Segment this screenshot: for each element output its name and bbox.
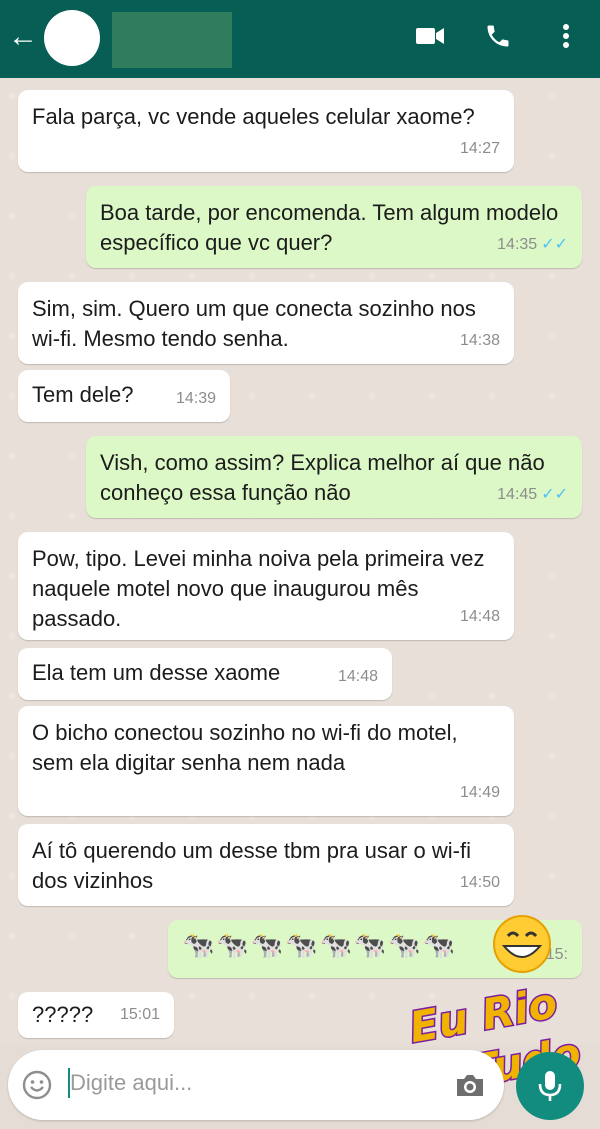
contact-name[interactable] (112, 12, 232, 68)
message-bubble[interactable]: Aí tô querendo um desse tbm pra usar o w… (18, 824, 514, 906)
message-input-bar[interactable]: Digite aqui... (8, 1050, 504, 1120)
message-text: Sim, sim. Quero um que conecta sozinho n… (32, 296, 476, 351)
avatar[interactable] (44, 10, 100, 66)
message-text: Ela tem um desse xaome (32, 660, 281, 685)
message-bubble[interactable]: Fala parça, vc vende aqueles celular xao… (18, 90, 514, 172)
message-text: Boa tarde, por encomenda. Tem algum mode… (100, 200, 559, 255)
emoji-icon[interactable] (22, 1070, 52, 1100)
message-bubble[interactable]: ????? 15:01 (18, 992, 174, 1038)
message-text: O bicho conectou sozinho no wi-fi do mot… (32, 720, 458, 775)
message-text: Tem dele? (32, 382, 134, 407)
message-text: ????? (32, 1002, 94, 1027)
message-bubble[interactable]: Sim, sim. Quero um que conecta sozinho n… (18, 282, 514, 364)
phone-icon[interactable] (480, 18, 516, 54)
message-time: 14:48 (459, 608, 500, 625)
message-bubble[interactable]: O bicho conectou sozinho no wi-fi do mot… (18, 706, 514, 816)
message-time: 14:45 (497, 486, 538, 503)
more-vert-icon[interactable] (548, 18, 584, 54)
message-bubble[interactable]: Ela tem um desse xaome 14:48 (18, 648, 392, 700)
mic-icon (538, 1071, 562, 1101)
message-time: 14:39 (175, 390, 216, 407)
grinning-emoji-icon (493, 915, 551, 973)
read-receipt-icon: ✓✓ (541, 236, 568, 253)
message-time: 14:48 (337, 668, 378, 685)
chat-header: ← (0, 0, 600, 78)
message-text: Fala parça, vc vende aqueles celular xao… (32, 104, 475, 129)
message-bubble[interactable]: Vish, como assim? Explica melhor aí que … (86, 436, 582, 518)
message-text: Aí tô querendo um desse tbm pra usar o w… (32, 838, 471, 893)
arrow-left-icon[interactable]: ← (8, 22, 38, 52)
message-time: 14:50 (459, 874, 500, 891)
camera-icon[interactable] (454, 1070, 486, 1100)
message-time: 14:35 (497, 236, 538, 253)
message-text: Pow, tipo. Levei minha noiva pela primei… (32, 546, 485, 631)
mic-button[interactable] (516, 1052, 584, 1120)
message-time: 14:27 (459, 140, 500, 157)
message-input[interactable]: Digite aqui... (70, 1070, 192, 1096)
message-text: Vish, como assim? Explica melhor aí que … (100, 450, 545, 505)
read-receipt-icon: ✓✓ (541, 486, 568, 503)
message-time: 15:01 (119, 1006, 160, 1023)
message-time: 14:49 (459, 784, 500, 801)
message-bubble[interactable]: Pow, tipo. Levei minha noiva pela primei… (18, 532, 514, 640)
message-bubble[interactable]: Boa tarde, por encomenda. Tem algum mode… (86, 186, 582, 268)
message-bubble[interactable]: Tem dele? 14:39 (18, 370, 230, 422)
video-call-icon[interactable] (412, 18, 448, 54)
message-time: 14:38 (459, 332, 500, 349)
